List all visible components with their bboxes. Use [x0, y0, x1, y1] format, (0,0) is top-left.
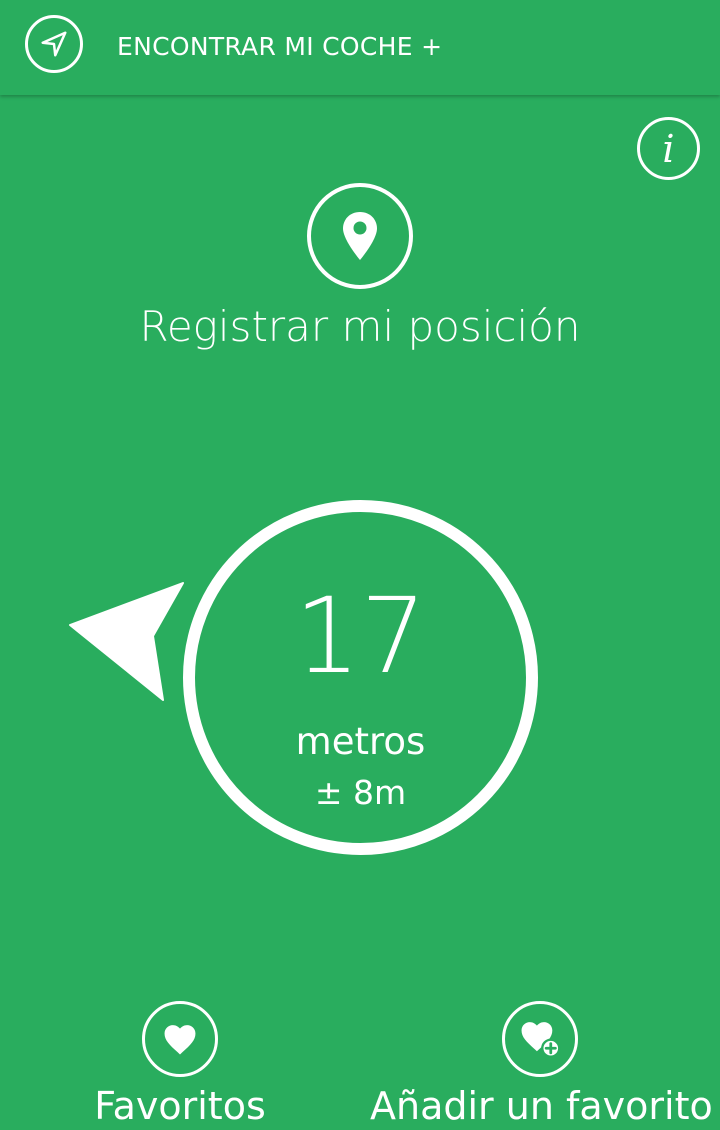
app-title: ENCONTRAR MI COCHE + [117, 32, 443, 61]
favorites-button[interactable]: Favoritos [80, 1001, 280, 1130]
direction-arrow-icon [69, 582, 184, 701]
distance-unit: metros [295, 720, 426, 763]
register-position-label: Registrar mi posición [139, 302, 581, 351]
distance-indicator: 17 metros ± 8m [183, 500, 538, 855]
register-position-button[interactable]: Registrar mi posición [135, 183, 585, 358]
navigation-arrow-icon [25, 15, 83, 73]
favorites-label: Favoritos [94, 1084, 266, 1128]
distance-value: 17 [294, 575, 427, 697]
heart-icon [142, 1001, 218, 1077]
add-favorite-button[interactable]: Añadir un favorito [370, 1001, 713, 1130]
info-icon: i [662, 126, 675, 171]
heart-plus-icon [502, 1001, 578, 1077]
add-favorite-label: Añadir un favorito [370, 1084, 713, 1128]
app-bar: ENCONTRAR MI COCHE + [0, 0, 720, 95]
distance-accuracy: ± 8m [314, 773, 407, 812]
info-button[interactable]: i [637, 117, 700, 180]
location-pin-icon [307, 183, 413, 289]
